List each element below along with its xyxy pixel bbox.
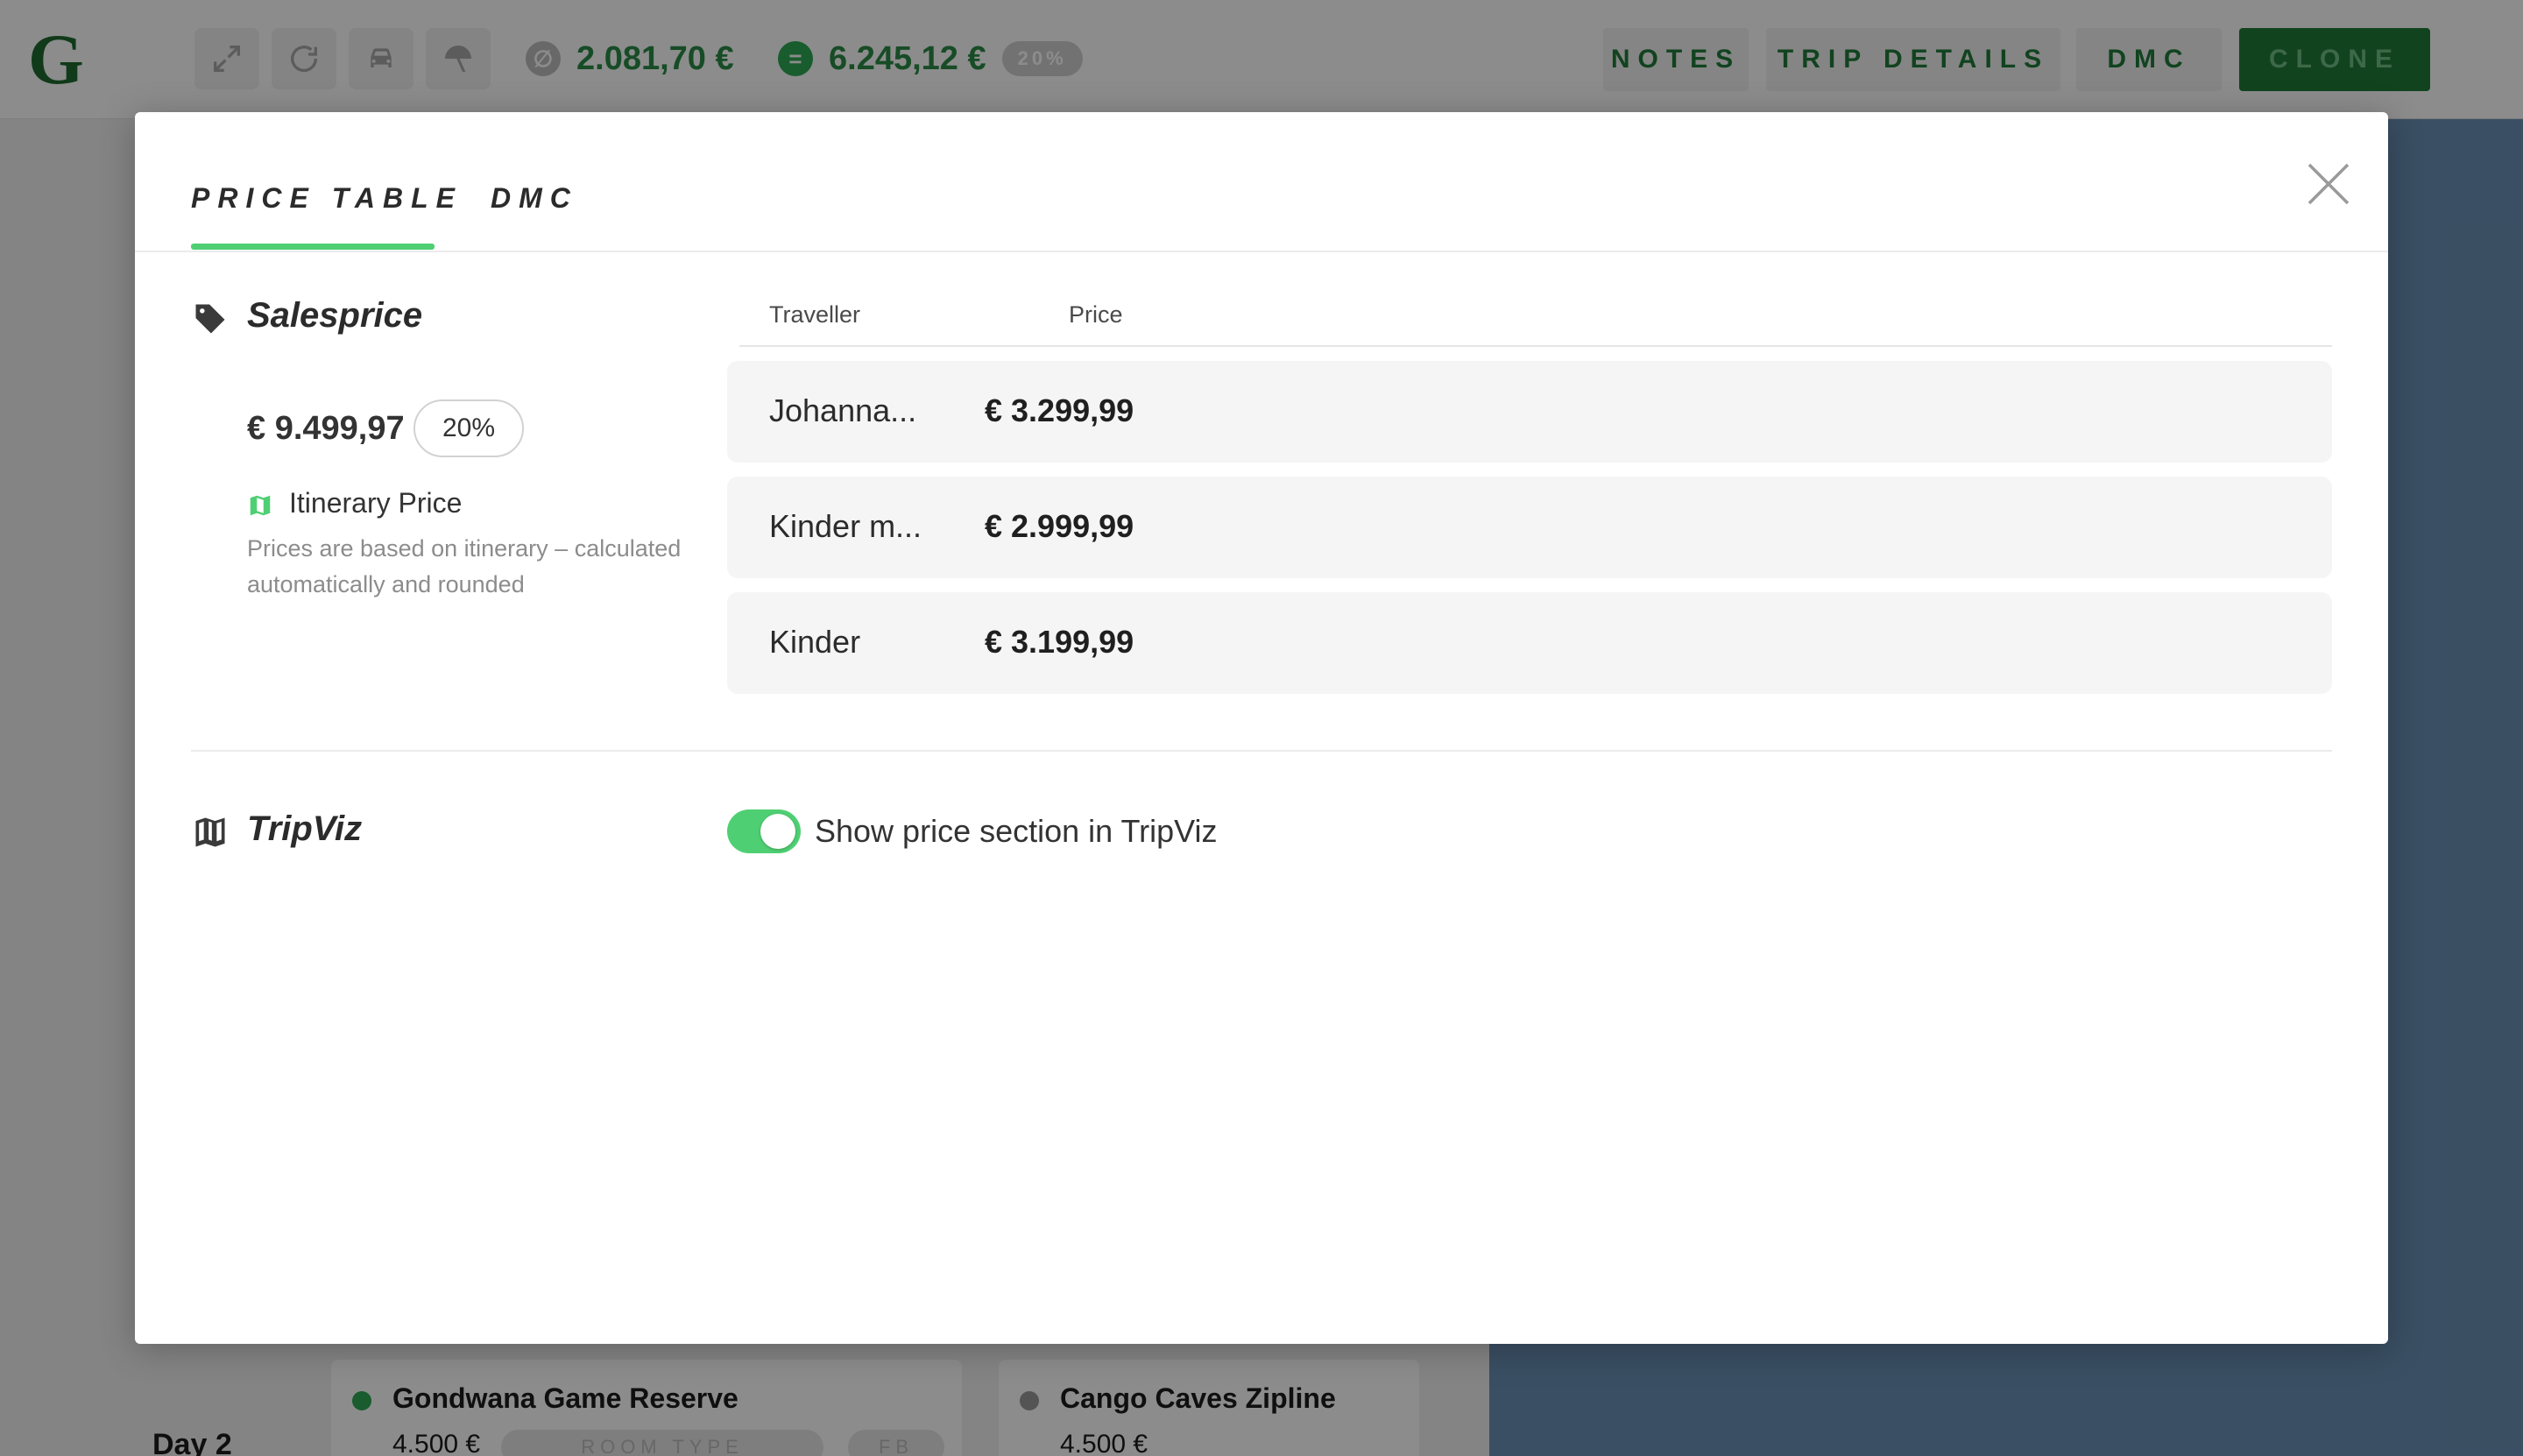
table-header-rule xyxy=(739,345,2332,347)
map-icon xyxy=(191,813,230,852)
traveller-price: € 3.199,99 xyxy=(985,624,1134,660)
total-salesprice: € 9.499,97 xyxy=(247,410,405,447)
active-tab-indicator xyxy=(191,244,435,250)
table-row[interactable]: Kinder m... € 2.999,99 xyxy=(727,477,2332,578)
itinerary-price-description: Prices are based on itinerary – calculat… xyxy=(247,535,682,597)
column-header-traveller: Traveller xyxy=(769,301,861,328)
column-header-price: Price xyxy=(1069,301,1123,328)
tab-dmc[interactable]: DMC xyxy=(491,182,578,215)
section-divider xyxy=(191,750,2332,752)
modal-tabs: PRICE TABLE DMC xyxy=(135,112,2388,252)
traveller-name: Kinder xyxy=(769,624,861,660)
salesprice-title: Salesprice xyxy=(247,296,423,335)
traveller-name: Kinder m... xyxy=(769,508,922,544)
close-icon xyxy=(2307,163,2350,205)
traveller-name: Johanna... xyxy=(769,392,917,428)
map-icon xyxy=(247,492,273,519)
traveller-price: € 2.999,99 xyxy=(985,508,1134,544)
itinerary-price-label: Itinerary Price xyxy=(289,487,463,519)
price-table-modal: PRICE TABLE DMC Salesprice € 9.499,97 20… xyxy=(135,112,2388,1344)
close-button[interactable] xyxy=(2300,156,2357,212)
tripviz-toggle-label: Show price section in TripViz xyxy=(815,813,1218,849)
tripviz-title: TripViz xyxy=(247,809,363,848)
table-row[interactable]: Johanna... € 3.299,99 xyxy=(727,361,2332,463)
tripviz-price-toggle[interactable] xyxy=(727,809,801,853)
margin-badge[interactable]: 20% xyxy=(413,399,524,457)
tag-icon xyxy=(191,300,230,338)
tab-price-table[interactable]: PRICE TABLE xyxy=(191,182,463,215)
traveller-price: € 3.299,99 xyxy=(985,392,1134,428)
toggle-knob xyxy=(760,814,795,849)
table-row[interactable]: Kinder € 3.199,99 xyxy=(727,592,2332,694)
